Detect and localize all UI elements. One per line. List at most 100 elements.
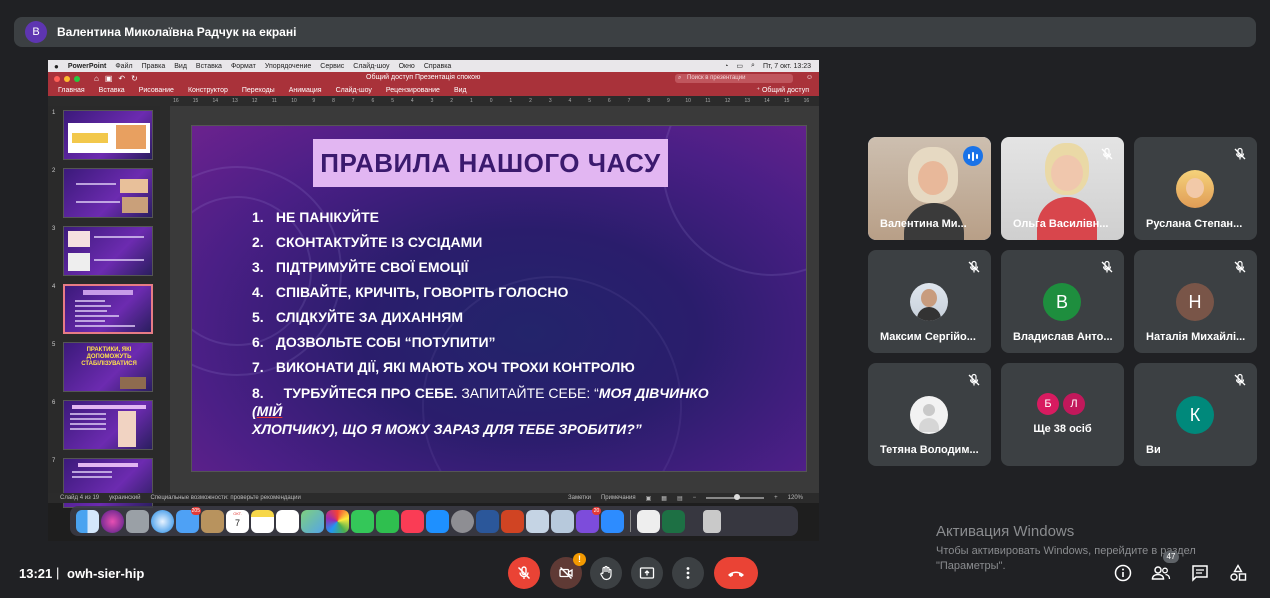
slide-thumbnails-panel[interactable]: 1 2 3 4 5 ПРАКТИКИ, ЯКІ ДОПОМОЖУТЬ СТАБІ… [48, 106, 160, 508]
menu-tools[interactable]: Сервис [320, 63, 344, 70]
zoom-slider[interactable] [706, 494, 765, 500]
thumbnail-row[interactable]: 5 ПРАКТИКИ, ЯКІ ДОПОМОЖУТЬ СТАБІЛІЗУВАТИ… [48, 342, 160, 394]
participant-tile[interactable]: Ольга Василівн... [1001, 137, 1124, 240]
finder2-icon[interactable] [551, 509, 574, 533]
leave-call-button[interactable] [714, 557, 758, 589]
tab-draw[interactable]: Рисование [139, 87, 174, 94]
comments-button[interactable]: Примечания [601, 495, 636, 501]
messages-icon[interactable] [351, 509, 374, 533]
present-screen-button[interactable] [631, 557, 663, 589]
save-icon[interactable]: ▣ [105, 74, 113, 83]
home-icon[interactable]: ⌂ [94, 74, 99, 83]
launchpad-icon[interactable] [126, 509, 149, 533]
redo-icon[interactable]: ↻ [131, 74, 138, 83]
finder-icon[interactable] [76, 509, 99, 533]
sorter-view-icon[interactable]: ▦ [661, 495, 667, 502]
clock[interactable]: Пт, 7 окт. 13:23 [763, 63, 811, 70]
accessibility-check[interactable]: Специальные возможности: проверьте реком… [150, 495, 300, 501]
ppt-search-field[interactable]: ⌕ Поиск в презентации [675, 74, 793, 83]
tab-home[interactable]: Главная [58, 87, 85, 94]
people-button[interactable]: 47 [1149, 551, 1179, 585]
zoom-knob[interactable] [734, 494, 741, 500]
menu-edit[interactable]: Правка [142, 63, 166, 70]
language-indicator[interactable]: украинский [109, 495, 140, 501]
normal-view-icon[interactable]: ▣ [646, 495, 652, 502]
menu-slideshow[interactable]: Слайд-шоу [353, 63, 389, 70]
user-icon[interactable]: ☺ [806, 74, 813, 81]
more-participants-tile[interactable]: Б Л Ще 38 осіб [1001, 363, 1124, 466]
tab-design[interactable]: Конструктор [188, 87, 228, 94]
share-button[interactable]: ⁺ Общий доступ [756, 86, 809, 94]
more-options-button[interactable] [672, 557, 704, 589]
chat-button[interactable] [1188, 561, 1212, 585]
slide-thumbnail-active[interactable] [63, 284, 153, 334]
siri-icon[interactable] [101, 509, 124, 533]
meeting-code[interactable]: owh-sier-hip [67, 566, 144, 581]
undo-icon[interactable]: ↶ [118, 74, 125, 83]
minimize-window-icon[interactable] [64, 75, 70, 82]
wifi-icon[interactable]: ◔ [724, 63, 728, 70]
tab-view[interactable]: Вид [454, 87, 467, 94]
menu-insert[interactable]: Вставка [196, 63, 222, 70]
menu-file[interactable]: Файл [115, 63, 132, 70]
slide-thumbnail[interactable] [63, 168, 153, 218]
zoom-in-icon[interactable]: + [774, 495, 778, 501]
zoom-icon[interactable] [601, 509, 624, 533]
participant-tile[interactable]: Н Наталія Михайлі... [1134, 250, 1257, 353]
trash-icon[interactable] [703, 509, 721, 533]
slide-canvas-area[interactable]: ПРАВИЛА НАШОГО ЧАСУ 1. НЕ ПАНІКУЙТЕ 2. С… [160, 106, 819, 493]
menu-window[interactable]: Окно [399, 63, 415, 70]
tab-slideshow[interactable]: Слайд-шоу [336, 87, 372, 94]
participant-tile[interactable]: Руслана Степан... [1134, 137, 1257, 240]
menu-format[interactable]: Формат [231, 63, 256, 70]
menu-arrange[interactable]: Упорядочение [265, 63, 311, 70]
thumbnail-row[interactable]: 4 [48, 284, 160, 336]
mail-icon[interactable]: 205 [176, 506, 201, 533]
excel-icon[interactable] [662, 509, 685, 533]
battery-icon[interactable]: ▭ [736, 62, 743, 70]
tab-animation[interactable]: Анимация [289, 87, 322, 94]
raise-hand-button[interactable] [590, 557, 622, 589]
apple-icon[interactable]: ● [54, 62, 59, 71]
calendar-icon[interactable]: ОКТ. 7 [226, 509, 249, 533]
reminders-icon[interactable] [276, 509, 299, 533]
meeting-details-button[interactable] [1111, 561, 1135, 585]
textedit-icon[interactable] [637, 509, 660, 533]
slide-thumbnail[interactable] [63, 400, 153, 450]
music-icon[interactable] [401, 509, 424, 533]
notes-button[interactable]: Заметки [568, 495, 591, 501]
tab-transitions[interactable]: Переходы [242, 87, 275, 94]
preview-icon[interactable] [526, 509, 549, 533]
slide-thumbnail[interactable]: ПРАКТИКИ, ЯКІ ДОПОМОЖУТЬ СТАБІЛІЗУВАТИСЯ [63, 342, 153, 392]
menu-view[interactable]: Вид [174, 63, 187, 70]
activities-button[interactable] [1226, 561, 1250, 585]
zoom-level[interactable]: 120% [788, 495, 803, 501]
notes-icon[interactable] [251, 509, 274, 533]
safari-icon[interactable] [151, 509, 174, 533]
search-icon[interactable]: ⌕ [751, 62, 755, 70]
mic-toggle-button[interactable] [508, 557, 540, 589]
close-window-icon[interactable] [54, 75, 60, 82]
thumbnail-row[interactable]: 1 [48, 110, 160, 162]
participant-tile[interactable]: Тетяна Володим... [868, 363, 991, 466]
slide-thumbnail[interactable] [63, 226, 153, 276]
tab-review[interactable]: Рецензирование [386, 87, 440, 94]
photos-icon[interactable] [326, 509, 349, 533]
word-icon[interactable] [476, 509, 499, 533]
menu-help[interactable]: Справка [424, 63, 451, 70]
viber-icon[interactable]: 20 [576, 506, 601, 533]
participant-tile[interactable]: Максим Сергійо... [868, 250, 991, 353]
appstore-icon[interactable] [426, 509, 449, 533]
facetime-icon[interactable] [376, 509, 399, 533]
contacts-icon[interactable] [201, 509, 224, 533]
menu-app-name[interactable]: PowerPoint [68, 63, 107, 70]
slide-thumbnail[interactable] [63, 110, 153, 160]
zoom-window-icon[interactable] [74, 75, 80, 82]
thumbnail-row[interactable]: 3 [48, 226, 160, 278]
reading-view-icon[interactable]: ▤ [677, 495, 683, 502]
settings-icon[interactable] [451, 509, 474, 533]
tab-insert[interactable]: Вставка [99, 87, 125, 94]
participant-tile-self[interactable]: К Ви [1134, 363, 1257, 466]
thumbnail-row[interactable]: 2 [48, 168, 160, 220]
participant-tile-speaker[interactable]: Валентина Ми... [868, 137, 991, 240]
